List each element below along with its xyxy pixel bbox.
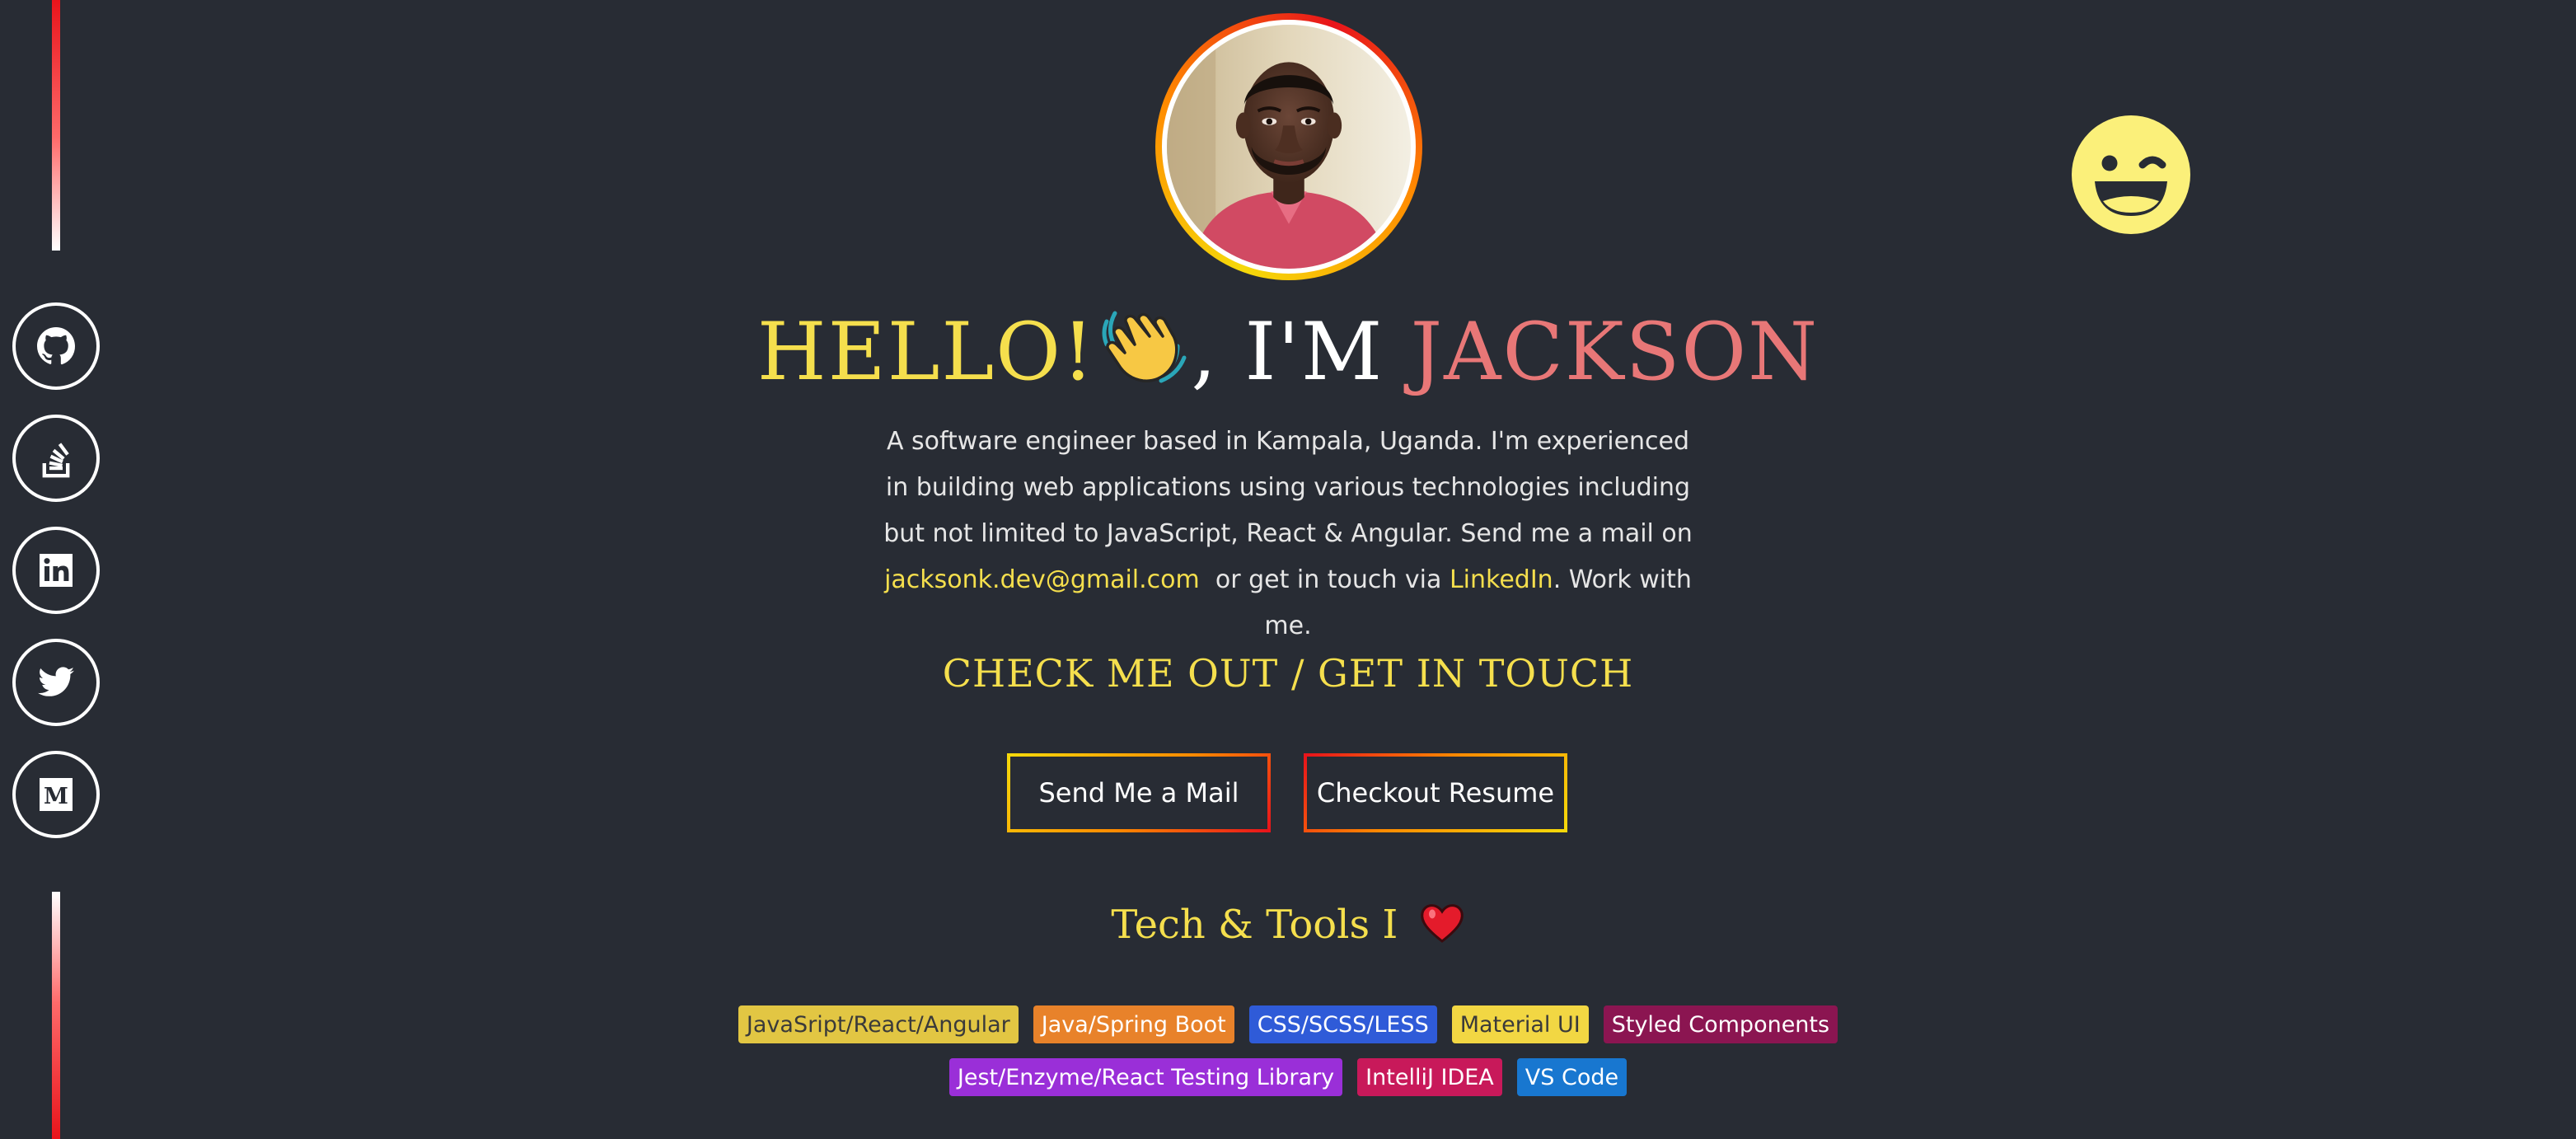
- heart-icon: [1420, 904, 1464, 943]
- tool-tag: Java/Spring Boot: [1033, 1005, 1234, 1043]
- winking-face-icon: [2072, 115, 2190, 234]
- tool-tag: VS Code: [1516, 1058, 1628, 1096]
- hero-title: HELLO! , I'M JACKSON: [0, 298, 2576, 405]
- medium-icon: M: [40, 778, 73, 811]
- hero-im: , I'M: [1191, 306, 1411, 398]
- hero-hello: HELLO!: [756, 306, 1096, 398]
- rail-line-top: [52, 0, 60, 251]
- hero-name: JACKSON: [1410, 306, 1820, 398]
- stackoverflow-icon: [42, 443, 70, 478]
- waving-hand-icon: [1102, 311, 1187, 383]
- social-link-medium[interactable]: M: [12, 751, 100, 838]
- intro-text-2: or get in touch via: [1215, 565, 1442, 594]
- avatar: [1155, 13, 1422, 280]
- checkout-resume-button[interactable]: Checkout Resume: [1304, 753, 1567, 832]
- tools-tags-row-1: JavaSript/React/Angular Java/Spring Boot C…: [0, 1005, 2576, 1043]
- linkedin-icon: [40, 554, 73, 587]
- linkedin-link[interactable]: LinkedIn: [1450, 565, 1553, 594]
- tool-tag: CSS/SCSS/LESS: [1248, 1005, 1437, 1043]
- tool-tag: Styled Components: [1603, 1005, 1838, 1043]
- tools-heading: Tech & Tools I: [0, 900, 2576, 948]
- intro-paragraph: A software engineer based in Kampala, Ug…: [876, 419, 1700, 649]
- tools-heading-text: Tech & Tools I: [1111, 902, 1398, 948]
- tool-tag: Material UI: [1451, 1005, 1589, 1043]
- tool-tag: Jest/Enzyme/React Testing Library: [948, 1058, 1343, 1096]
- tools-tags-row-2: Jest/Enzyme/React Testing Library Intelli…: [0, 1058, 2576, 1096]
- intro-text-1: A software engineer based in Kampala, Ug…: [883, 427, 1693, 548]
- send-mail-button[interactable]: Send Me a Mail: [1007, 753, 1271, 832]
- social-link-linkedin[interactable]: [12, 527, 100, 614]
- avatar-photo: [1167, 25, 1411, 269]
- social-link-stackoverflow[interactable]: [12, 415, 100, 502]
- svg-text:M: M: [44, 784, 68, 809]
- tool-tag: JavaSript/React/Angular: [738, 1005, 1019, 1043]
- tool-tag: IntelliJ IDEA: [1357, 1058, 1502, 1096]
- email-link[interactable]: jacksonk.dev@gmail.com: [884, 565, 1200, 594]
- cta-heading: CHECK ME OUT / GET IN TOUCH: [942, 651, 1634, 696]
